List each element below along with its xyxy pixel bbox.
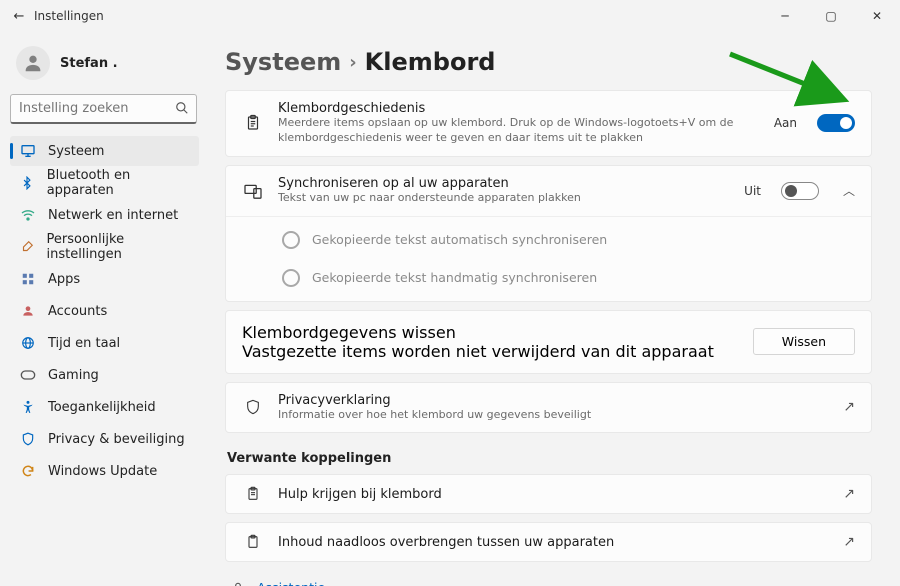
profile-name: Stefan . (60, 56, 118, 71)
sync-card: Synchroniseren op al uw apparaten Tekst … (225, 165, 872, 302)
nav-item-privacy[interactable]: Privacy & beveiliging (10, 424, 199, 454)
nav-item-label: Netwerk en internet (48, 208, 178, 223)
privacy-title: Privacyverklaring (278, 393, 829, 408)
clear-button[interactable]: Wissen (753, 328, 855, 355)
nav-item-label: Gaming (48, 368, 99, 383)
sync-options: Gekopieerde tekst automatisch synchronis… (226, 216, 871, 301)
radio-icon (282, 231, 300, 249)
nav-item-label: Privacy & beveiliging (48, 432, 185, 447)
history-state: Aan (774, 116, 797, 130)
clipboard-icon (242, 533, 264, 551)
main-content: Systeem › Klembord Klembordgeschiedenis … (205, 32, 900, 586)
sync-desc: Tekst van uw pc naar ondersteunde appara… (278, 191, 730, 206)
assistance-label: Assistentie (257, 580, 325, 586)
clear-title: Klembordgegevens wissen (242, 323, 753, 342)
clipboard-icon (242, 485, 264, 503)
breadcrumb: Systeem › Klembord (225, 48, 872, 76)
sidebar: Stefan . Systeem Bluetooth en apparaten (0, 32, 205, 586)
nav-item-label: Apps (48, 272, 80, 287)
nav-item-label: Windows Update (48, 464, 157, 479)
nav-item-personalization[interactable]: Persoonlijke instellingen (10, 232, 199, 262)
clipboard-history-card: Klembordgeschiedenis Meerdere items opsl… (225, 90, 872, 157)
window-title: Instellingen (30, 9, 104, 23)
minimize-button[interactable]: ─ (762, 0, 808, 32)
sync-toggle[interactable] (781, 182, 819, 200)
back-button[interactable]: ← (8, 5, 30, 27)
clipboard-icon (242, 114, 264, 132)
privacy-desc: Informatie over hoe het klembord uw gege… (278, 408, 829, 423)
apps-icon (20, 271, 36, 287)
sync-title: Synchroniseren op al uw apparaten (278, 176, 730, 191)
nav-item-label: Tijd en taal (48, 336, 120, 351)
nav-item-time[interactable]: Tijd en taal (10, 328, 199, 358)
nav-item-update[interactable]: Windows Update (10, 456, 199, 486)
sync-row[interactable]: Synchroniseren op al uw apparaten Tekst … (226, 166, 871, 216)
accounts-icon (20, 303, 36, 319)
nav-item-accounts[interactable]: Accounts (10, 296, 199, 326)
external-link-icon: ↗ (843, 534, 855, 550)
history-title: Klembordgeschiedenis (278, 101, 760, 116)
avatar (16, 46, 50, 80)
shield-icon (242, 398, 264, 416)
help-icon (229, 581, 247, 586)
shield-icon (20, 431, 36, 447)
nav-item-accessibility[interactable]: Toegankelijkheid (10, 392, 199, 422)
chevron-up-icon[interactable]: ︿ (843, 182, 855, 199)
related-link-transfer[interactable]: Inhoud naadloos overbrengen tussen uw ap… (225, 522, 872, 562)
bluetooth-icon (20, 175, 35, 191)
nav-item-label: Bluetooth en apparaten (47, 168, 189, 198)
sync-opt1-label: Gekopieerde tekst automatisch synchronis… (312, 232, 607, 247)
nav-item-label: Accounts (48, 304, 107, 319)
wifi-icon (20, 207, 36, 223)
nav-item-label: Systeem (48, 144, 104, 159)
privacy-card[interactable]: Privacyverklaring Informatie over hoe he… (225, 382, 872, 434)
nav-item-bluetooth[interactable]: Bluetooth en apparaten (10, 168, 199, 198)
sync-opt2-label: Gekopieerde tekst handmatig synchroniser… (312, 270, 597, 285)
history-desc: Meerdere items opslaan op uw klembord. D… (278, 116, 760, 146)
maximize-button[interactable]: ▢ (808, 0, 854, 32)
sync-option-auto[interactable]: Gekopieerde tekst automatisch synchronis… (226, 221, 871, 259)
history-toggle[interactable] (817, 114, 855, 132)
related-link2-label: Inhoud naadloos overbrengen tussen uw ap… (278, 535, 829, 550)
nav-list: Systeem Bluetooth en apparaten Netwerk e… (10, 136, 199, 486)
search-input[interactable] (10, 94, 197, 124)
update-icon (20, 463, 36, 479)
titlebar: ← Instellingen ─ ▢ ✕ (0, 0, 900, 32)
search-wrap (10, 94, 197, 124)
gaming-icon (20, 367, 36, 383)
nav-item-gaming[interactable]: Gaming (10, 360, 199, 390)
nav-item-systeem[interactable]: Systeem (10, 136, 199, 166)
close-button[interactable]: ✕ (854, 0, 900, 32)
chevron-right-icon: › (349, 52, 356, 73)
devices-icon (242, 183, 264, 199)
external-link-icon: ↗ (843, 486, 855, 502)
breadcrumb-parent[interactable]: Systeem (225, 48, 341, 76)
clear-desc: Vastgezette items worden niet verwijderd… (242, 342, 753, 361)
system-icon (20, 143, 36, 159)
sync-option-manual[interactable]: Gekopieerde tekst handmatig synchroniser… (226, 259, 871, 297)
accessibility-icon (20, 399, 36, 415)
globe-icon (20, 335, 36, 351)
sync-state: Uit (744, 184, 761, 198)
clear-card: Klembordgegevens wissen Vastgezette item… (225, 310, 872, 374)
external-link-icon: ↗ (843, 399, 855, 415)
nav-item-network[interactable]: Netwerk en internet (10, 200, 199, 230)
related-link-help[interactable]: Hulp krijgen bij klembord ↗ (225, 474, 872, 514)
related-heading: Verwante koppelingen (227, 451, 872, 466)
nav-item-label: Toegankelijkheid (48, 400, 156, 415)
footer-links: Assistentie Feedback geven (225, 576, 872, 586)
profile[interactable]: Stefan . (10, 40, 199, 94)
related-link1-label: Hulp krijgen bij klembord (278, 487, 829, 502)
nav-item-apps[interactable]: Apps (10, 264, 199, 294)
page-title: Klembord (365, 48, 496, 76)
nav-item-label: Persoonlijke instellingen (47, 232, 189, 262)
brush-icon (20, 239, 35, 255)
radio-icon (282, 269, 300, 287)
assistance-link[interactable]: Assistentie (229, 576, 872, 586)
